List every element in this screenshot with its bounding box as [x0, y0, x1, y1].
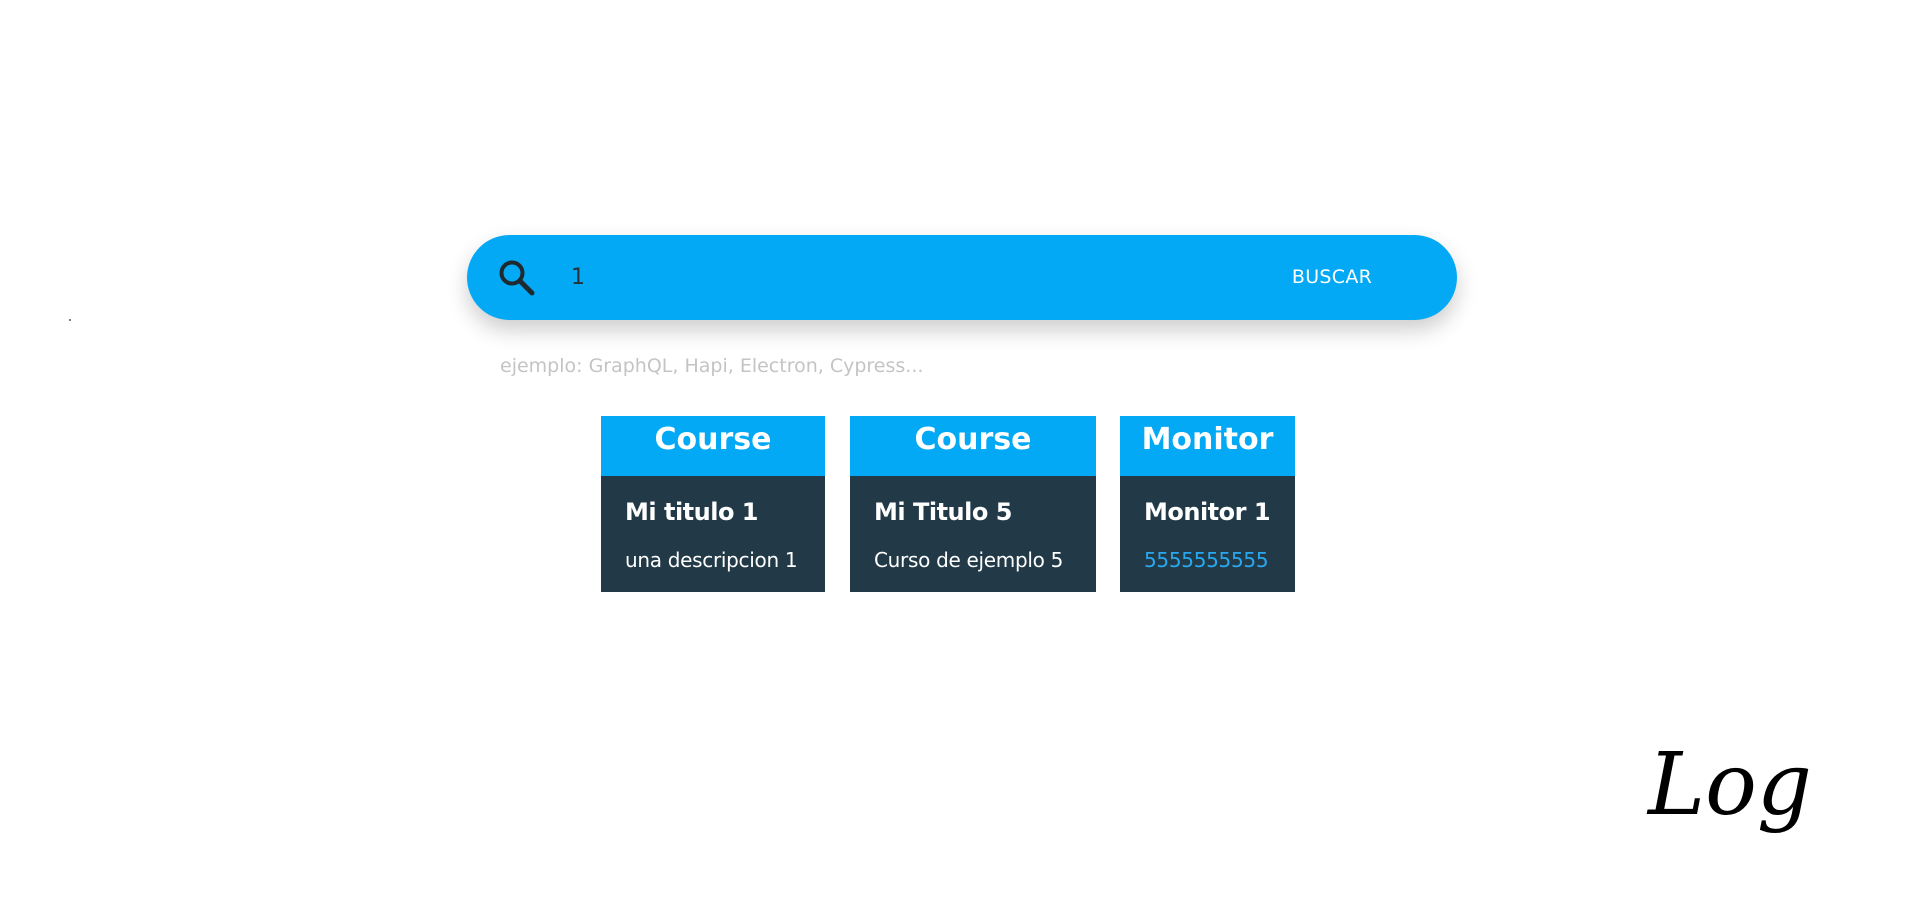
- result-card-course[interactable]: Course Mi Titulo 5 Curso de ejemplo 5: [850, 416, 1096, 592]
- page: BUSCAR ejemplo: GraphQL, Hapi, Electron,…: [0, 0, 1920, 903]
- card-type-label: Course: [601, 416, 825, 476]
- card-title: Mi titulo 1: [625, 498, 759, 526]
- card-type-label: Monitor: [1120, 416, 1295, 476]
- search-input[interactable]: [571, 255, 1171, 299]
- card-type-label: Course: [850, 416, 1096, 476]
- card-title: Monitor 1: [1144, 498, 1271, 526]
- card-description: Curso de ejemplo 5: [874, 548, 1064, 572]
- card-title: Mi Titulo 5: [874, 498, 1012, 526]
- stray-dot: [69, 319, 71, 321]
- logo-text: Logo: [1646, 735, 1810, 835]
- search-bar: BUSCAR: [467, 235, 1457, 320]
- logo: Logo: [1646, 735, 1810, 835]
- card-description: una descripcion 1: [625, 548, 798, 572]
- monitor-phone-link[interactable]: 5555555555: [1144, 548, 1269, 572]
- search-icon: [497, 258, 537, 298]
- search-button[interactable]: BUSCAR: [1257, 255, 1407, 299]
- result-card-monitor[interactable]: Monitor Monitor 1 5555555555: [1120, 416, 1295, 592]
- result-card-course[interactable]: Course Mi titulo 1 una descripcion 1: [601, 416, 825, 592]
- search-hint: ejemplo: GraphQL, Hapi, Electron, Cypres…: [500, 355, 924, 377]
- card-phone-wrapper: 5555555555: [1144, 548, 1269, 572]
